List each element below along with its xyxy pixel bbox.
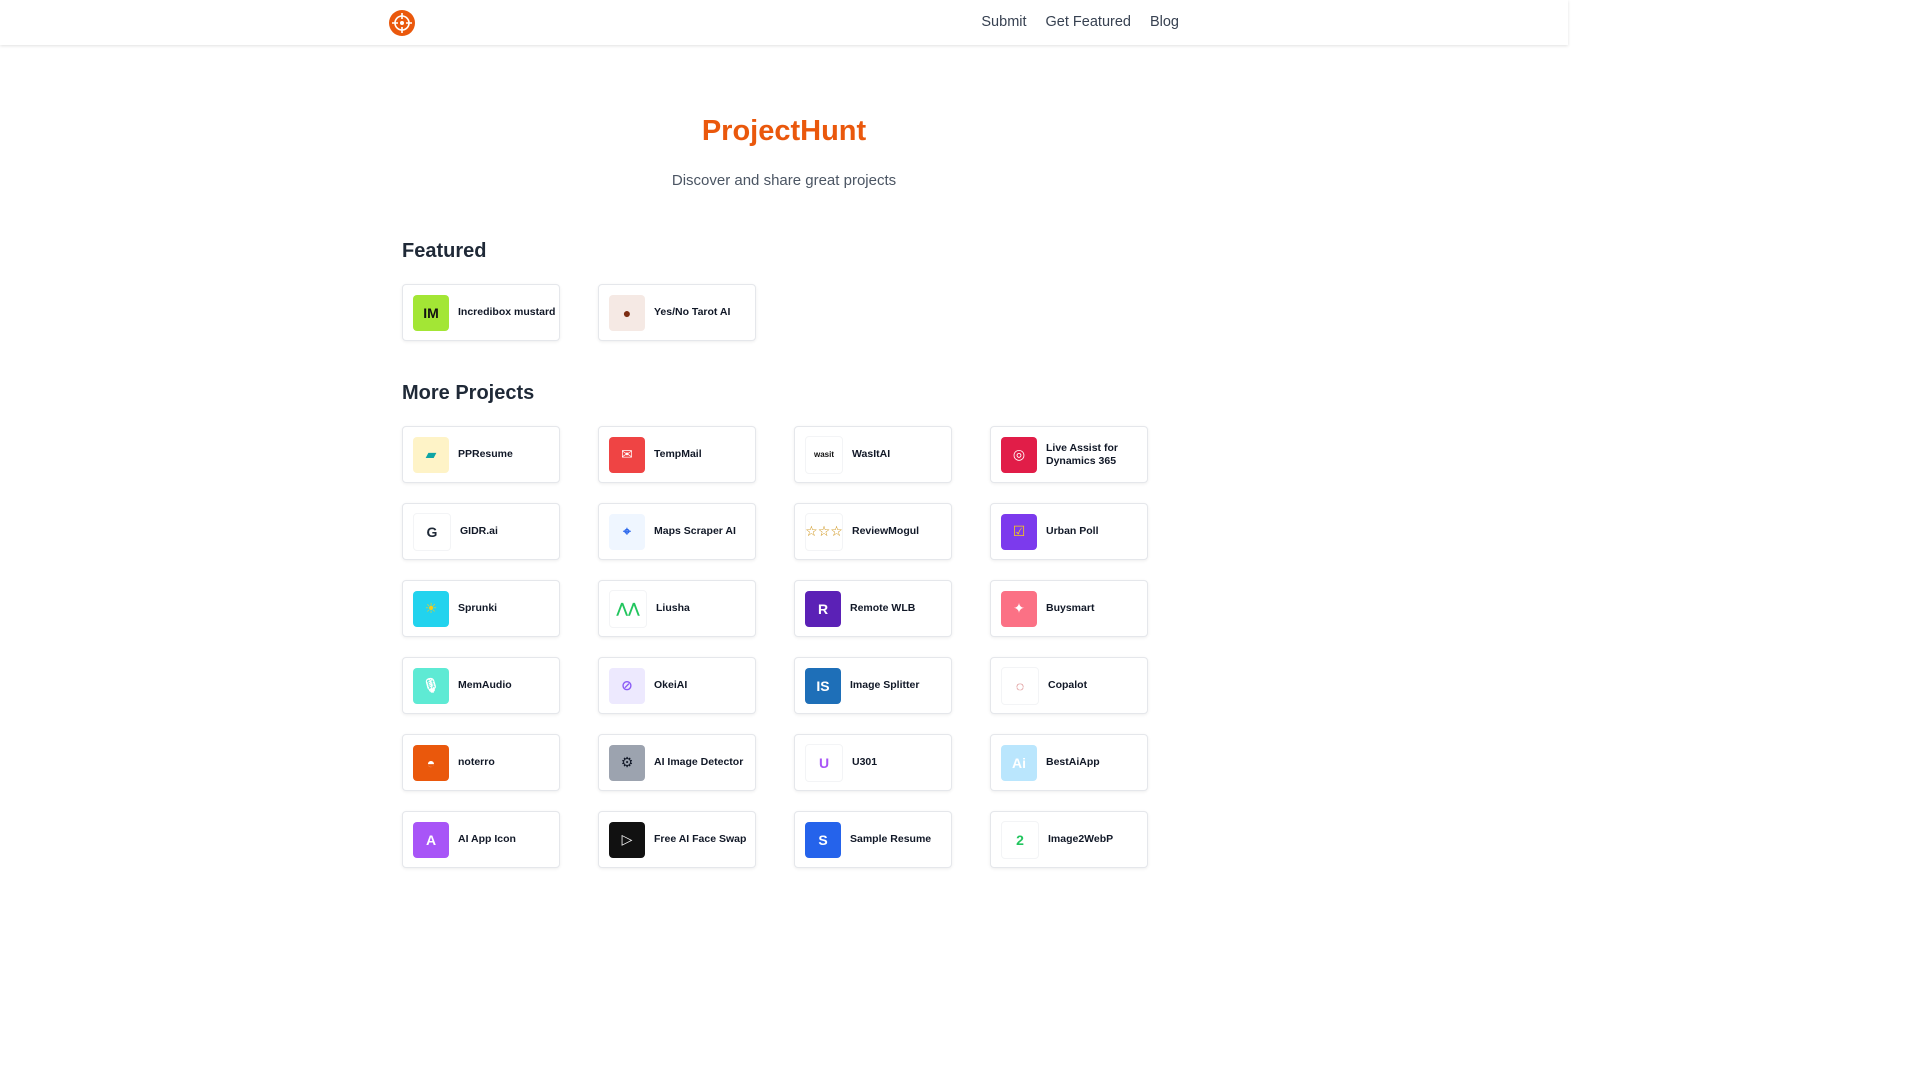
project-card[interactable]: wasit WasItAI [794, 426, 952, 483]
nav-blog-link[interactable]: Blog [1150, 14, 1179, 30]
project-card[interactable]: U U301 [794, 734, 952, 791]
project-card-name: GIDR.ai [460, 525, 498, 537]
project-card[interactable]: ⚙ AI Image Detector [598, 734, 756, 791]
project-card-name: Yes/No Tarot AI [654, 306, 731, 318]
project-card-name: Remote WLB [850, 602, 916, 614]
nav-submit-link[interactable]: Submit [981, 14, 1026, 30]
projecthunt-logo-icon[interactable] [388, 9, 416, 37]
top-navbar: Submit Get Featured Blog [0, 0, 1568, 45]
project-card[interactable]: ☑ Urban Poll [990, 503, 1148, 560]
s-letter-icon: S [805, 821, 841, 858]
more-projects-heading: More Projects [402, 382, 535, 404]
project-card[interactable]: IM Incredibox mustard [402, 284, 560, 341]
map-pin-robot-icon: ⌖ [609, 513, 645, 550]
mountain-logo-icon: ⋀⋀ [609, 589, 647, 628]
featured-heading: Featured [402, 240, 487, 262]
stars-icon: ☆☆☆ [805, 512, 843, 551]
project-card-name: Incredibox mustard [458, 306, 556, 318]
project-card-name: Image Splitter [850, 679, 920, 691]
project-card[interactable]: Ai BestAiApp [990, 734, 1148, 791]
a-letter-icon: A [413, 821, 449, 858]
project-card-name: noterro [458, 756, 495, 768]
check-box-icon: ☑ [1001, 513, 1037, 550]
project-card-name: Urban Poll [1046, 525, 1099, 537]
r-letter-icon: R [805, 590, 841, 627]
project-card[interactable]: ☆☆☆ ReviewMogul [794, 503, 952, 560]
project-card-name: Live Assist for Dynamics 365 [1046, 441, 1118, 467]
project-card-name: Free AI Face Swap [654, 833, 747, 845]
project-card[interactable]: ✉ TempMail [598, 426, 756, 483]
project-card-name: Image2WebP [1048, 833, 1114, 845]
microphone-icon: 🎙 [413, 667, 449, 704]
tarot-portrait-icon: ● [609, 294, 645, 331]
project-card-name: OkeiAI [654, 679, 688, 691]
robot-face-icon: ⚙ [609, 744, 645, 781]
cards-stack-icon: ▰ [413, 436, 449, 473]
project-card[interactable]: ◎ Live Assist for Dynamics 365 [990, 426, 1148, 483]
sun-character-icon: ☀ [413, 590, 449, 627]
is-letters-icon: IS [805, 667, 841, 704]
im-logo-icon: IM [413, 294, 449, 331]
bowl-logo-icon: ◓ [413, 744, 449, 781]
project-card[interactable]: ☀ Sprunki [402, 580, 560, 637]
project-card-name: Maps Scraper AI [654, 525, 736, 537]
circle-lines-icon: ⊘ [609, 667, 645, 704]
number-two-icon: 2 [1001, 820, 1039, 859]
wasitai-wordmark-icon: wasit [805, 435, 843, 474]
project-card-name: WasItAI [852, 448, 891, 460]
project-card-name: PPResume [458, 448, 513, 460]
project-card-name: Liusha [656, 602, 690, 614]
project-card[interactable]: ◌ Copalot [990, 657, 1148, 714]
project-card[interactable]: G GIDR.ai [402, 503, 560, 560]
project-card[interactable]: ⌖ Maps Scraper AI [598, 503, 756, 560]
project-card-name: Sample Resume [850, 833, 932, 845]
project-card-name: MemAudio [458, 679, 512, 691]
project-card[interactable]: ✦ Buysmart [990, 580, 1148, 637]
play-triangle-icon: ▷ [609, 821, 645, 858]
project-card[interactable]: 2 Image2WebP [990, 811, 1148, 868]
featured-grid: IM Incredibox mustard ● Yes/No Tarot AI [402, 284, 1148, 341]
project-card[interactable]: A AI App Icon [402, 811, 560, 868]
project-card-name: AI App Icon [458, 833, 516, 845]
project-card-name: Buysmart [1046, 602, 1095, 614]
project-card[interactable]: ● Yes/No Tarot AI [598, 284, 756, 341]
project-card-name: TempMail [654, 448, 702, 460]
project-card[interactable]: IS Image Splitter [794, 657, 952, 714]
project-card[interactable]: ◓ noterro [402, 734, 560, 791]
dotted-ring-icon: ◌ [1001, 666, 1039, 705]
project-card[interactable]: 🎙 MemAudio [402, 657, 560, 714]
main-nav: Submit Get Featured Blog [981, 14, 1179, 30]
project-card[interactable]: ⋀⋀ Liusha [598, 580, 756, 637]
page-title: ProjectHunt [701, 115, 867, 147]
project-card-name: Sprunki [458, 602, 498, 614]
g-letter-icon: G [413, 512, 451, 551]
project-card-name: BestAiApp [1046, 756, 1100, 768]
project-card[interactable]: ▷ Free AI Face Swap [598, 811, 756, 868]
project-card-name: Copalot [1048, 679, 1088, 691]
page-subtitle: Discover and share great projects [671, 172, 897, 189]
mail-icon: ✉ [609, 436, 645, 473]
project-card[interactable]: ▰ PPResume [402, 426, 560, 483]
project-card-name: ReviewMogul [852, 525, 920, 537]
lifebuoy-icon: ◎ [1001, 436, 1037, 473]
project-card[interactable]: ⊘ OkeiAI [598, 657, 756, 714]
sparkle-icon: ✦ [1001, 590, 1037, 627]
u-letter-icon: U [805, 743, 843, 782]
more-projects-grid: ▰ PPResume ✉ TempMail wasit WasItAI ◎ Live Assi… [402, 426, 1148, 868]
project-card-name: AI Image Detector [654, 756, 744, 768]
project-card[interactable]: S Sample Resume [794, 811, 952, 868]
ai-badge-icon: Ai [1001, 744, 1037, 781]
project-card-name: U301 [852, 756, 878, 768]
nav-get-featured-link[interactable]: Get Featured [1046, 14, 1131, 30]
project-card[interactable]: R Remote WLB [794, 580, 952, 637]
